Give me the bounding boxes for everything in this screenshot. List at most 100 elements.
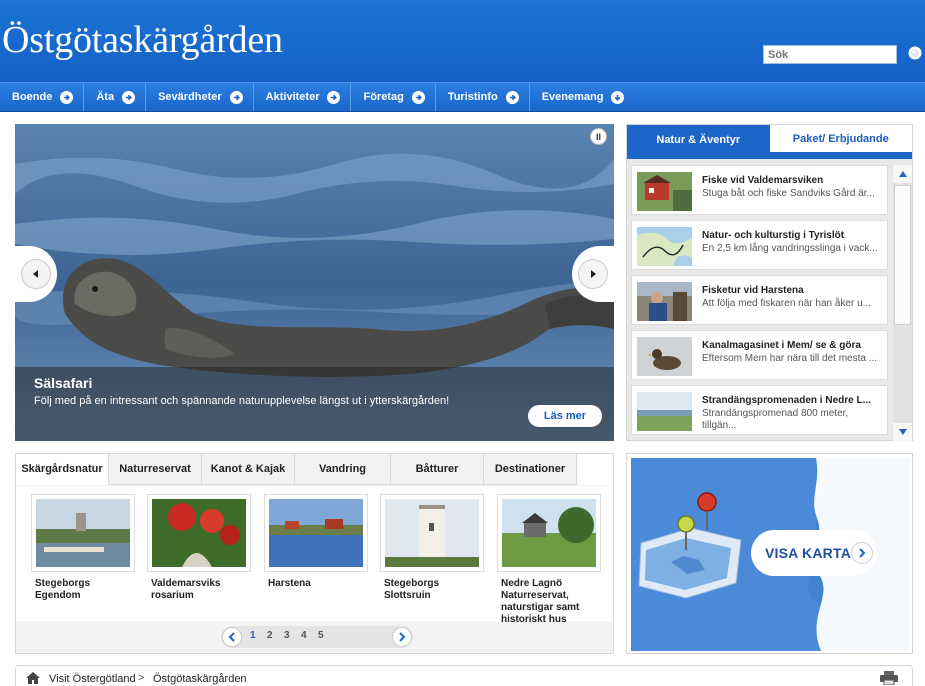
nav-label: Evenemang	[541, 91, 604, 103]
gallery-item-label: Stegeborgs Slottsruin	[384, 578, 440, 601]
list-item-title: Kanalmagasinet i Mem/ se & göra	[702, 340, 861, 351]
nav-item-ata[interactable]: Äta	[84, 83, 147, 111]
gallery-item-label: Harstena	[268, 578, 311, 589]
scroll-down-button[interactable]	[893, 423, 912, 441]
show-map-button[interactable]: VISA KARTA	[751, 530, 877, 576]
list-item-text: En 2,5 km lång vandringsslinga i vack...	[702, 243, 878, 254]
list-item[interactable]: Fiske vid Valdemarsviken Stuga båt och f…	[631, 165, 888, 215]
page-number[interactable]: 2	[267, 630, 273, 641]
gallery-item[interactable]: Nedre Lagnö Naturreservat, naturstigar s…	[497, 494, 601, 626]
tab-kanot-kajak[interactable]: Kanot & Kajak	[202, 454, 295, 485]
tab-skargardsnatur[interactable]: Skärgårdsnatur	[16, 454, 109, 485]
thumbnail-image	[502, 499, 596, 567]
slide-caption: Sälsafari Följ med på en intressant och …	[15, 367, 614, 441]
arrow-right-icon	[122, 90, 136, 104]
gallery-items: Stegeborgs Egendom Valdemarsviks rosariu…	[16, 486, 613, 625]
nav-item-boende[interactable]: Boende	[0, 83, 85, 111]
arrow-right-icon	[411, 90, 425, 104]
site-title[interactable]: Östgötaskärgården	[2, 18, 283, 62]
pause-button[interactable]: II	[590, 128, 607, 145]
list-item-text: Stuga båt och fiske Sandviks Gård är...	[702, 188, 875, 199]
map-promo[interactable]: VISA KARTA	[626, 453, 913, 654]
tab-naturreservat[interactable]: Naturreservat	[109, 454, 202, 485]
gallery-item[interactable]: Stegeborgs Slottsruin	[380, 494, 484, 602]
thumbnail-frame	[497, 494, 601, 572]
thumbnail-image	[269, 499, 363, 567]
side-tabs-panel: Natur & Äventyr Paket/ Erbjudande Fiske …	[626, 124, 913, 441]
home-icon[interactable]	[26, 672, 40, 684]
search-icon[interactable]	[905, 44, 925, 64]
list-item[interactable]: Kanalmagasinet i Mem/ se & göra Eftersom…	[631, 330, 888, 380]
list-item[interactable]: Fisketur vid Harstena Att följa med fisk…	[631, 275, 888, 325]
thumbnail-image	[36, 499, 130, 567]
chevron-right-icon	[399, 632, 406, 642]
arrow-left-icon	[21, 259, 51, 289]
list-scrollbar[interactable]	[893, 165, 912, 441]
pager-next-button[interactable]	[392, 627, 412, 647]
gallery-item[interactable]: Stegeborgs Egendom	[31, 494, 135, 602]
list-item-text: Att följa med fiskaren när han åker u...	[702, 298, 871, 309]
tab-vandring[interactable]: Vandring	[295, 454, 391, 485]
tab-natur-aventyr[interactable]: Natur & Äventyr	[627, 125, 770, 155]
thumbnail-image	[637, 227, 692, 266]
gallery-pager: 1 2 3 4 5	[221, 626, 413, 648]
breadcrumb-link-visit-ostergotland[interactable]: Visit Östergötland	[49, 673, 136, 685]
triangle-up-icon	[898, 171, 907, 177]
gallery-item[interactable]: Harstena	[264, 494, 368, 590]
list-item[interactable]: Strandängspromenaden i Nedre L... Strand…	[631, 385, 888, 435]
hero-slider[interactable]: II Sälsafari Följ med på en intressant o…	[15, 124, 614, 441]
triangle-down-icon	[898, 429, 907, 435]
thumbnail-frame	[380, 494, 484, 572]
nav-item-turistinfo[interactable]: Turistinfo	[436, 83, 530, 111]
chevron-right-icon	[851, 542, 873, 564]
thumbnail-image	[637, 172, 692, 211]
nav-item-aktiviteter[interactable]: Aktiviteter	[254, 83, 352, 111]
thumbnail-image	[637, 282, 692, 321]
page-number[interactable]: 3	[284, 630, 290, 641]
arrow-down-icon	[611, 90, 625, 104]
tab-paket-erbjudande[interactable]: Paket/ Erbjudande	[769, 125, 912, 155]
category-gallery: Skärgårdsnatur Naturreservat Kanot & Kaj…	[15, 453, 614, 654]
arrow-right-icon	[505, 90, 519, 104]
show-map-label: VISA KARTA	[765, 545, 851, 561]
gallery-item-label: Nedre Lagnö Naturreservat, naturstigar s…	[501, 578, 580, 625]
arrow-right-icon	[60, 90, 74, 104]
gallery-tab-bar: Skärgårdsnatur Naturreservat Kanot & Kaj…	[16, 454, 613, 485]
list-item-title: Natur- och kulturstig i Tyrislöt	[702, 230, 845, 241]
gallery-item-label: Valdemarsviks rosarium	[151, 578, 221, 601]
scroll-up-button[interactable]	[893, 165, 912, 183]
thumbnail-image	[385, 499, 479, 567]
nav-label: Sevärdheter	[158, 91, 222, 103]
arrow-right-icon	[327, 90, 341, 104]
tab-destinationer[interactable]: Destinationer	[484, 454, 577, 485]
gallery-item-label: Stegeborgs Egendom	[35, 578, 91, 601]
nav-item-foretag[interactable]: Företag	[351, 83, 436, 111]
gallery-item[interactable]: Valdemarsviks rosarium	[147, 494, 251, 602]
page-number[interactable]: 1	[250, 630, 256, 641]
scroll-thumb[interactable]	[894, 185, 911, 325]
slide-title: Sälsafari	[34, 375, 93, 391]
page-number[interactable]: 4	[301, 630, 307, 641]
nav-label: Äta	[96, 91, 115, 103]
nav-label: Boende	[12, 91, 53, 103]
search-input[interactable]	[763, 45, 897, 64]
list-item[interactable]: Natur- och kulturstig i Tyrislöt En 2,5 …	[631, 220, 888, 270]
list-item-text: Eftersom Mem har nära till det mesta ...	[702, 353, 878, 364]
nav-item-sevardheter[interactable]: Sevärdheter	[146, 83, 254, 111]
site-header: Östgötaskärgården	[0, 0, 925, 82]
list-item-title: Fisketur vid Harstena	[702, 285, 804, 296]
thumbnail-image	[637, 392, 692, 431]
tab-batturer[interactable]: Båtturer	[391, 454, 484, 485]
map-banner[interactable]: VISA KARTA	[631, 458, 910, 651]
nav-item-evenemang[interactable]: Evenemang	[530, 83, 635, 111]
breadcrumb: Visit Östergötland > Östgötaskärgården	[15, 665, 913, 686]
read-more-button[interactable]: Läs mer	[528, 405, 602, 427]
side-list: Fiske vid Valdemarsviken Stuga båt och f…	[631, 165, 888, 437]
breadcrumb-current: Östgötaskärgården	[153, 673, 247, 685]
pager-previous-button[interactable]	[222, 627, 242, 647]
arrow-right-icon	[578, 259, 608, 289]
main-nav: Boende Äta Sevärdheter Aktiviteter Föret…	[0, 82, 925, 112]
print-icon[interactable]	[880, 671, 898, 685]
page-number[interactable]: 5	[318, 630, 324, 641]
arrow-right-icon	[229, 90, 243, 104]
